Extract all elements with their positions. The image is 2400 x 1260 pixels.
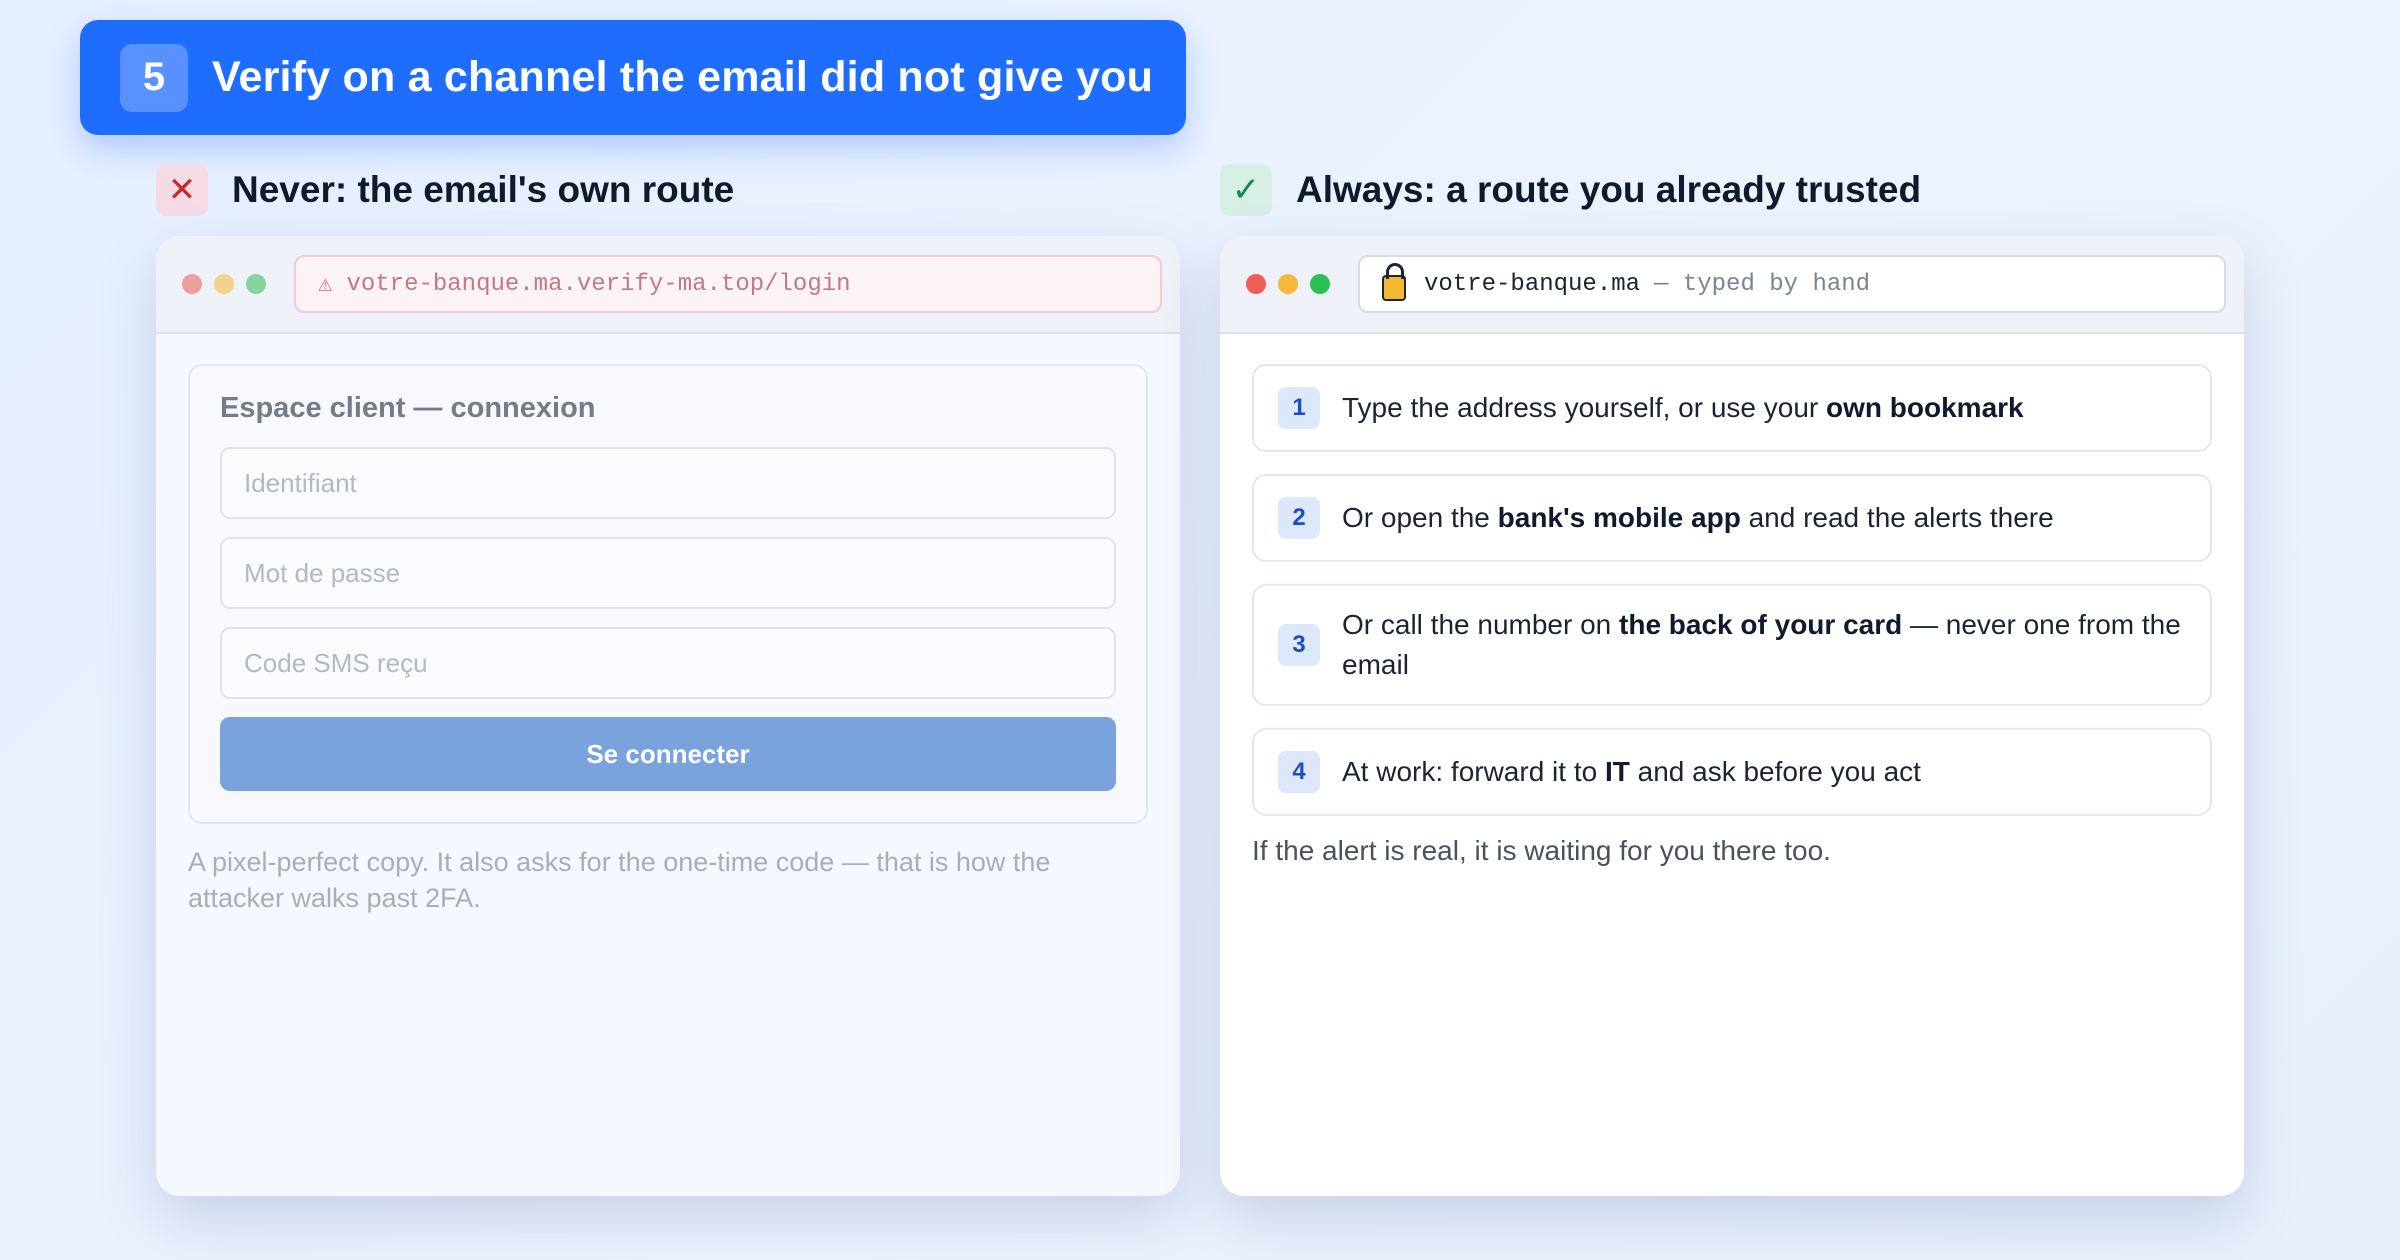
address-bar[interactable]: votre-banque.ma — typed by hand <box>1358 255 2226 313</box>
browser-chrome: votre-banque.ma — typed by hand <box>1220 236 2244 334</box>
list-item: 4 At work: forward it to IT and ask befo… <box>1252 728 2212 816</box>
step-text: Or call the number on the back of your c… <box>1342 609 2181 680</box>
trusted-note: If the alert is real, it is waiting for … <box>1252 835 1831 866</box>
step-badge: 1 <box>1278 387 1320 429</box>
window-maximize-dot[interactable] <box>246 274 266 294</box>
trusted-steps-list: 1 Type the address yourself, or use your… <box>1252 364 2212 838</box>
window-close-dot[interactable] <box>1246 274 1266 294</box>
window-maximize-dot[interactable] <box>1310 274 1330 294</box>
step-badge: 3 <box>1278 624 1320 666</box>
window-minimize-dot[interactable] <box>214 274 234 294</box>
browser-chrome: ⚠ votre-banque.ma.verify-ma.top/login <box>156 236 1180 334</box>
check-icon: ✓ <box>1220 164 1272 216</box>
list-item: 3 Or call the number on the back of your… <box>1252 584 2212 706</box>
list-item: 2 Or open the bank's mobile app and read… <box>1252 474 2212 562</box>
address-suffix: — typed by hand <box>1654 270 1871 298</box>
login-form: Espace client — connexion Identifiant Mo… <box>188 364 1148 824</box>
cross-icon: ✕ <box>156 164 208 216</box>
phishing-browser-window: ⚠ votre-banque.ma.verify-ma.top/login Es… <box>156 236 1180 1196</box>
step-banner: 5 Verify on a channel the email did not … <box>80 20 1186 135</box>
username-field[interactable]: Identifiant <box>220 447 1116 519</box>
address-url: votre-banque.ma <box>1424 270 1641 298</box>
never-heading: Never: the email's own route <box>232 169 735 210</box>
step-text: Or open the bank's mobile app and read t… <box>1342 502 2054 533</box>
step-badge: 2 <box>1278 497 1320 539</box>
step-text: Type the address yourself, or use your o… <box>1342 392 2024 423</box>
always-heading: Always: a route you already trusted <box>1296 169 1922 210</box>
never-heading-row: ✕ Never: the email's own route <box>156 164 734 216</box>
window-close-dot[interactable] <box>182 274 202 294</box>
login-title: Espace client — connexion <box>220 392 596 424</box>
address-url: votre-banque.ma.verify-ma.top/login <box>346 270 851 298</box>
window-minimize-dot[interactable] <box>1278 274 1298 294</box>
step-number-badge: 5 <box>120 43 188 112</box>
sms-code-field[interactable]: Code SMS reçu <box>220 627 1116 699</box>
password-field[interactable]: Mot de passe <box>220 537 1116 609</box>
trusted-browser-window: votre-banque.ma — typed by hand 1 Type t… <box>1220 236 2244 1196</box>
warning-icon: ⚠ <box>318 272 333 299</box>
address-bar[interactable]: ⚠ votre-banque.ma.verify-ma.top/login <box>294 255 1162 313</box>
phishing-note: A pixel-perfect copy. It also asks for t… <box>188 847 1051 913</box>
always-heading-row: ✓ Always: a route you already trusted <box>1220 164 1921 216</box>
step-title: Verify on a channel the email did not gi… <box>212 53 1154 101</box>
lock-icon <box>1382 263 1406 301</box>
step-badge: 4 <box>1278 751 1320 793</box>
step-text: At work: forward it to IT and ask before… <box>1342 756 1921 787</box>
login-button[interactable]: Se connecter <box>220 717 1116 791</box>
list-item: 1 Type the address yourself, or use your… <box>1252 364 2212 452</box>
